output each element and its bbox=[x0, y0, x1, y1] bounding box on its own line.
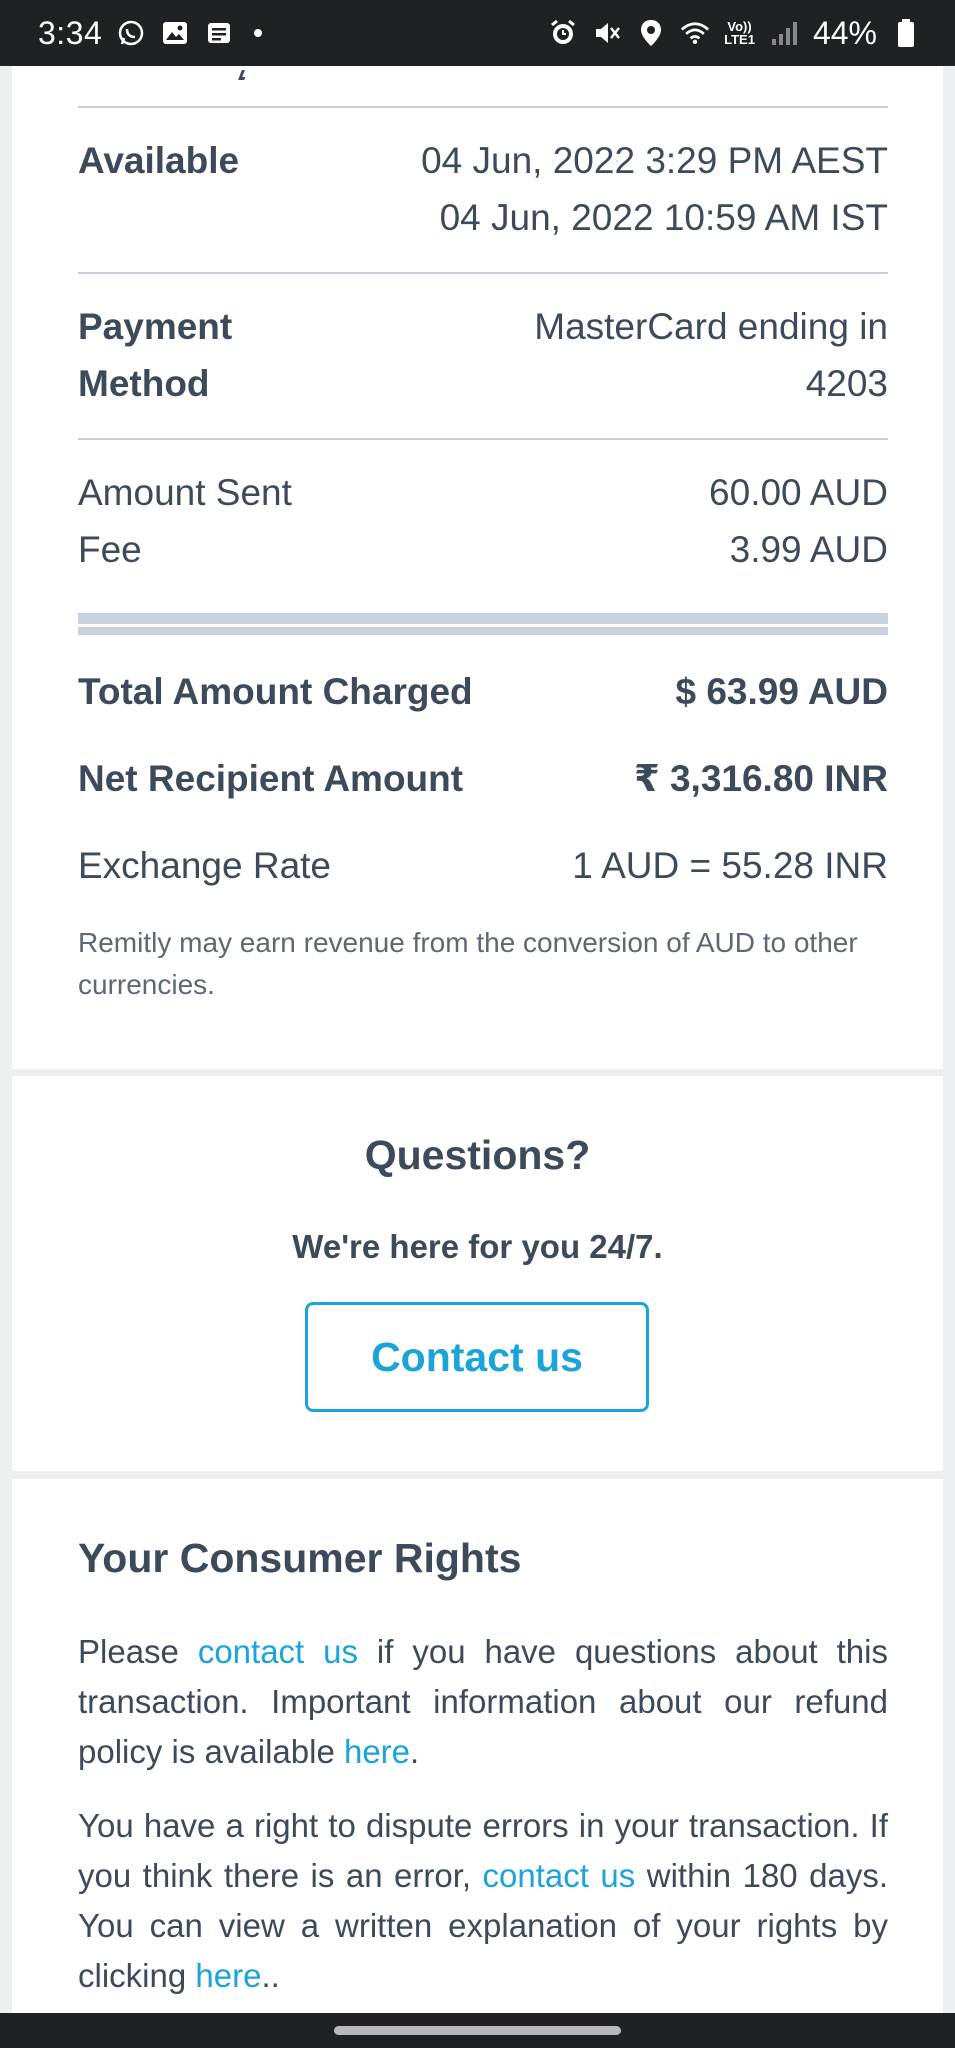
whatsapp-icon bbox=[116, 18, 146, 48]
alarm-icon bbox=[548, 18, 578, 48]
method-label-line: Method bbox=[78, 363, 210, 404]
rights-explanation-here-link[interactable]: here bbox=[195, 1957, 261, 1994]
net-recipient-row: Net Recipient Amount ₹ 3,316.80 INR bbox=[78, 750, 888, 807]
payment-method-row: Payment Method MasterCard ending in 4203 bbox=[78, 298, 888, 412]
fee-value: 3.99 AUD bbox=[729, 529, 888, 570]
signal-icon bbox=[769, 18, 799, 48]
exchange-rate-value: 1 AUD = 55.28 INR bbox=[572, 845, 888, 886]
total-charged-label: Total Amount Charged bbox=[78, 671, 473, 712]
location-icon bbox=[636, 18, 666, 48]
battery-icon bbox=[891, 18, 921, 48]
payment-method-label: Payment Method bbox=[78, 298, 232, 412]
navigation-bar bbox=[0, 2013, 955, 2048]
status-bar: 3:34 Vo)) LTE1 44% bbox=[0, 0, 955, 66]
home-gesture-handle[interactable] bbox=[334, 2026, 621, 2035]
conversion-revenue-note: Remitly may earn revenue from the conver… bbox=[78, 927, 858, 1000]
refund-policy-paragraph: Please contact us if you have questions … bbox=[78, 1627, 888, 1777]
questions-card: Questions? We're here for you 24/7. Cont… bbox=[12, 1076, 943, 1471]
notification-dot-icon bbox=[254, 29, 263, 37]
card-description: MasterCard ending in bbox=[534, 306, 888, 347]
battery-percent: 44% bbox=[812, 14, 877, 51]
gallery-icon bbox=[160, 18, 190, 48]
fee-row: Fee 3.99 AUD bbox=[78, 521, 888, 578]
fee-label: Fee bbox=[78, 529, 142, 570]
refund-policy-here-link[interactable]: here bbox=[344, 1733, 410, 1770]
network-type-label: Vo)) LTE1 bbox=[724, 19, 755, 47]
total-divider bbox=[78, 613, 888, 635]
contact-us-button[interactable]: Contact us bbox=[305, 1302, 649, 1412]
mute-icon bbox=[592, 18, 622, 48]
amount-sent-label: Amount Sent bbox=[78, 472, 292, 513]
net-recipient-label: Net Recipient Amount bbox=[78, 758, 464, 799]
dispute-contact-us-link[interactable]: contact us bbox=[483, 1857, 636, 1894]
exchange-rate-row: Exchange Rate 1 AUD = 55.28 INR bbox=[78, 837, 888, 894]
payment-method-value: MasterCard ending in 4203 bbox=[534, 298, 888, 412]
available-ist: 04 Jun, 2022 10:59 AM IST bbox=[439, 197, 888, 238]
card-last-digits: 4203 bbox=[805, 363, 888, 404]
net-recipient-value: ₹ 3,316.80 INR bbox=[633, 758, 888, 799]
notes-icon bbox=[204, 18, 234, 48]
divider bbox=[78, 106, 888, 108]
dispute-rights-paragraph: You have a right to dispute errors in yo… bbox=[78, 1801, 888, 2001]
amount-sent-value: 60.00 AUD bbox=[709, 472, 888, 513]
exchange-rate-label: Exchange Rate bbox=[78, 845, 332, 886]
wifi-icon bbox=[680, 18, 710, 48]
total-charged-value: $ 63.99 AUD bbox=[675, 671, 888, 712]
payment-label-line: Payment bbox=[78, 306, 233, 347]
contact-us-link[interactable]: contact us bbox=[198, 1633, 358, 1670]
support-hours-text: We're here for you 24/7. bbox=[292, 1228, 663, 1265]
transaction-details-card: Available 04 Jun, 2022 3:29 PM AEST 04 J… bbox=[12, 66, 943, 1069]
available-aest: 04 Jun, 2022 3:29 PM AEST bbox=[421, 140, 888, 181]
available-value: 04 Jun, 2022 3:29 PM AEST 04 Jun, 2022 1… bbox=[421, 132, 888, 246]
cut-off-text-fragment bbox=[238, 70, 248, 80]
divider bbox=[78, 272, 888, 274]
questions-title: Questions? bbox=[364, 1132, 591, 1178]
total-charged-row: Total Amount Charged $ 63.99 AUD bbox=[78, 663, 888, 720]
available-row: Available 04 Jun, 2022 3:29 PM AEST 04 J… bbox=[78, 132, 888, 246]
status-time: 3:34 bbox=[38, 14, 103, 51]
available-label: Available bbox=[78, 140, 240, 181]
consumer-rights-title: Your Consumer Rights bbox=[78, 1535, 522, 1581]
paragraph-text: .. bbox=[261, 1957, 280, 1994]
amount-sent-row: Amount Sent 60.00 AUD bbox=[78, 464, 888, 521]
paragraph-text: Please bbox=[78, 1633, 198, 1670]
consumer-rights-card: Your Consumer Rights Please contact us i… bbox=[12, 1479, 943, 2013]
paragraph-text: . bbox=[410, 1733, 420, 1770]
divider bbox=[78, 438, 888, 440]
